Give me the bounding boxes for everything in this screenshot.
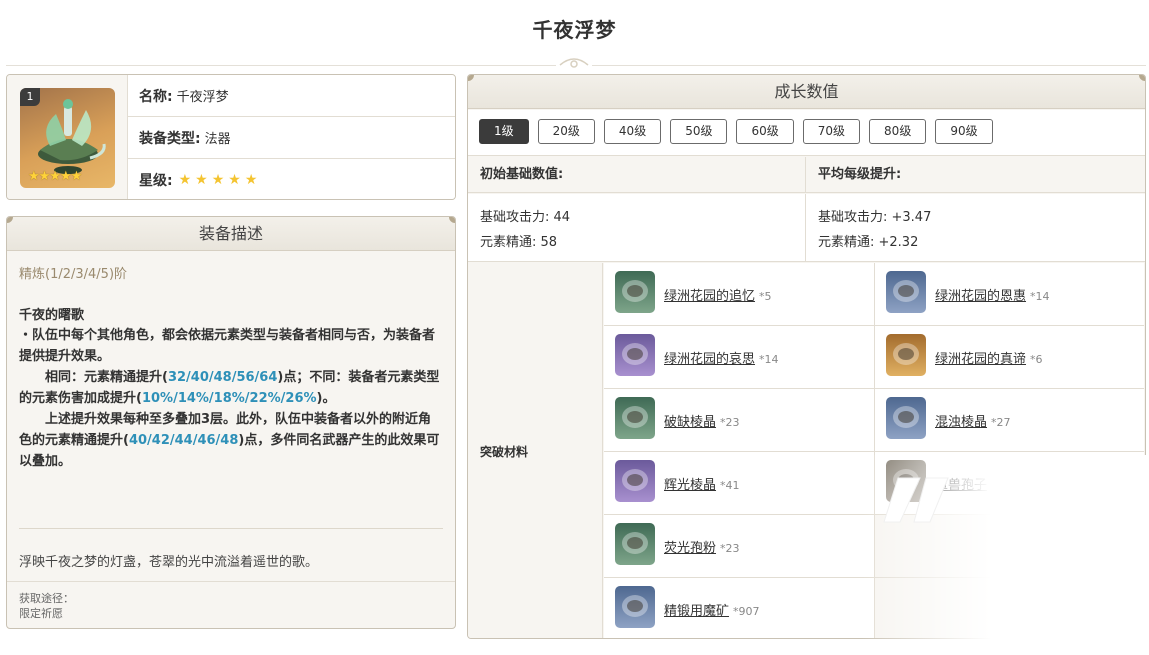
base-atk: 基础攻击力: 44 bbox=[480, 210, 571, 225]
mourning-relic-icon bbox=[615, 334, 655, 376]
team-em-values: 40/42/44/46/48 bbox=[128, 433, 239, 448]
level-selector: 1级 20级 40级 50级 60级 70级 80级 90级 bbox=[468, 110, 1145, 156]
passive-name: 千夜的曙歌 bbox=[19, 308, 85, 323]
material-count: *14 bbox=[1030, 290, 1050, 303]
base-stats-header: 初始基础数值: bbox=[468, 157, 806, 193]
material-label: 绿洲花园的恩惠 *14 bbox=[935, 285, 1050, 304]
material-name[interactable]: 破缺棱晶 bbox=[664, 415, 716, 430]
ornament-icon bbox=[556, 55, 592, 73]
type-value: 法器 bbox=[204, 132, 231, 147]
refine-levels-label: 精炼(1/2/3/4/5)阶 bbox=[19, 267, 128, 282]
truth-relic-icon bbox=[886, 334, 926, 376]
obtain-info: 获取途径： 限定祈愿 bbox=[19, 591, 74, 621]
material-name[interactable]: 绿洲花园的恩惠 bbox=[935, 289, 1026, 304]
material-name[interactable]: 辉光棱晶 bbox=[664, 478, 716, 493]
material-name[interactable]: 绿洲花园的真谛 bbox=[935, 352, 1026, 367]
rarity-key: 星级: bbox=[139, 173, 173, 189]
material-label: 荧光孢粉 *23 bbox=[664, 537, 740, 556]
page-title: 千夜浮梦 bbox=[532, 18, 617, 42]
radiant-prism-icon bbox=[615, 460, 655, 502]
description-panel: 装备描述 精炼(1/2/3/4/5)阶 千夜的曙歌 ・队伍中每个其他角色，都会依… bbox=[6, 216, 456, 629]
passive-line-1: ・队伍中每个其他角色，都会依据元素类型与装备者相同与否，为装备者提供提升效果。 bbox=[19, 328, 436, 364]
material-label: 辉光棱晶 *41 bbox=[664, 474, 740, 493]
material-item[interactable]: 混浊棱晶 *27 bbox=[874, 389, 1144, 452]
dmg-bonus-values: 10%/14%/18%/22%/26% bbox=[141, 391, 317, 406]
material-name[interactable]: 精锻用魔矿 bbox=[664, 604, 729, 619]
material-item[interactable]: 绿洲花园的恩惠 *14 bbox=[874, 263, 1144, 326]
em-values: 32/40/48/56/64 bbox=[167, 370, 278, 385]
material-label: 绿洲花园的真谛 *6 bbox=[935, 348, 1043, 367]
growth-header: 成长数值 bbox=[468, 75, 1145, 109]
avg-growth-header: 平均每级提升: bbox=[806, 157, 1145, 193]
material-name[interactable]: 荧光孢粉 bbox=[664, 541, 716, 556]
grace-relic-icon bbox=[886, 271, 926, 313]
level-button-20[interactable]: 20级 bbox=[537, 119, 595, 144]
level-button-70[interactable]: 70级 bbox=[802, 119, 861, 144]
passive-line-2: 相同：元素精通提升(32/40/48/56/64)点；不同：装备者元素类型的元素… bbox=[19, 370, 440, 406]
mystic-ore-icon bbox=[615, 586, 655, 628]
turbid-prism-icon bbox=[886, 397, 926, 439]
material-count: *23 bbox=[720, 542, 740, 555]
memory-relic-icon bbox=[615, 271, 655, 313]
material-count: *5 bbox=[759, 290, 772, 303]
material-count: *14 bbox=[759, 353, 779, 366]
name-key: 名称: bbox=[139, 88, 173, 105]
level-button-40[interactable]: 40级 bbox=[603, 119, 662, 144]
type-row: 装备类型: 法器 bbox=[128, 117, 455, 159]
flavor-text: 浮映千夜之梦的灯盏，苍翠的光中流溢着遥世的歌。 bbox=[19, 555, 319, 570]
divider bbox=[19, 528, 443, 529]
material-item[interactable]: 绿洲花园的追忆 *5 bbox=[604, 263, 874, 326]
weapon-info-panel: 1 ★★★★★ 名称: 千夜浮梦 装备类型: 法器 星级: ★★★★★ bbox=[6, 74, 456, 200]
material-item[interactable]: 辉光棱晶 *41 bbox=[604, 452, 874, 515]
rarity-stars: ★★★★★ bbox=[178, 172, 262, 188]
material-item[interactable]: 精锻用魔矿 *907 bbox=[604, 578, 874, 638]
material-name[interactable]: 绿洲花园的追忆 bbox=[664, 289, 755, 304]
avg-em: 元素精通: +2.32 bbox=[818, 235, 919, 250]
material-item[interactable]: 绿洲花园的哀思 *14 bbox=[604, 326, 874, 389]
watermark-logo-icon bbox=[883, 477, 949, 523]
material-count: *907 bbox=[733, 605, 760, 618]
luminescent-pollen-icon bbox=[615, 523, 655, 565]
material-name[interactable]: 混浊棱晶 bbox=[935, 415, 987, 430]
avg-growth-stats: 基础攻击力: +3.47 元素精通: +2.32 bbox=[806, 194, 1145, 262]
level-button-60[interactable]: 60级 bbox=[736, 119, 794, 144]
material-count: *27 bbox=[991, 416, 1011, 429]
base-em: 元素精通: 58 bbox=[480, 235, 558, 250]
icon-rarity-stars: ★★★★★ bbox=[28, 169, 82, 184]
materials-label-cell: 突破材料 bbox=[468, 263, 603, 638]
material-label: 混浊棱晶 *27 bbox=[935, 411, 1011, 430]
materials-label: 突破材料 bbox=[480, 445, 529, 459]
material-name[interactable]: 绿洲花园的哀思 bbox=[664, 352, 755, 367]
damaged-prism-icon bbox=[615, 397, 655, 439]
level-button-1[interactable]: 1级 bbox=[479, 119, 529, 144]
material-count: *6 bbox=[1030, 353, 1043, 366]
avg-atk: 基础攻击力: +3.47 bbox=[818, 210, 932, 225]
name-value: 千夜浮梦 bbox=[176, 90, 229, 105]
name-row: 名称: 千夜浮梦 bbox=[128, 75, 455, 117]
material-count: *41 bbox=[720, 479, 740, 492]
level-button-90[interactable]: 90级 bbox=[935, 119, 993, 144]
material-label: 绿洲花园的追忆 *5 bbox=[664, 285, 772, 304]
passive-line-3: 上述提升效果每种至多叠加3层。此外，队伍中装备者以外的附近角色的元素精通提升(4… bbox=[19, 412, 440, 469]
obtain-label: 获取途径： bbox=[19, 592, 74, 605]
base-stats: 基础攻击力: 44 元素精通: 58 bbox=[468, 194, 806, 262]
material-item[interactable]: 绿洲花园的真谛 *6 bbox=[874, 326, 1144, 389]
material-label: 精锻用魔矿 *907 bbox=[664, 600, 760, 619]
material-count: *23 bbox=[720, 416, 740, 429]
description-header: 装备描述 bbox=[7, 217, 455, 251]
obtain-value: 限定祈愿 bbox=[19, 607, 63, 620]
level-button-50[interactable]: 50级 bbox=[670, 119, 728, 144]
divider bbox=[7, 581, 455, 582]
type-key: 装备类型: bbox=[139, 130, 201, 147]
passive-description: ・队伍中每个其他角色，都会依据元素类型与装备者相同与否，为装备者提供提升效果。 … bbox=[19, 325, 443, 472]
material-item[interactable]: 破缺棱晶 *23 bbox=[604, 389, 874, 452]
material-label: 破缺棱晶 *23 bbox=[664, 411, 740, 430]
material-label: 绿洲花园的哀思 *14 bbox=[664, 348, 779, 367]
weapon-icon-cell: 1 ★★★★★ bbox=[7, 75, 128, 199]
weapon-lamp-icon: 1 ★★★★★ bbox=[20, 88, 115, 188]
refine-badge: 1 bbox=[20, 88, 40, 106]
rarity-row: 星级: ★★★★★ bbox=[128, 159, 455, 199]
material-item[interactable]: 荧光孢粉 *23 bbox=[604, 515, 874, 578]
level-button-80[interactable]: 80级 bbox=[869, 119, 927, 144]
